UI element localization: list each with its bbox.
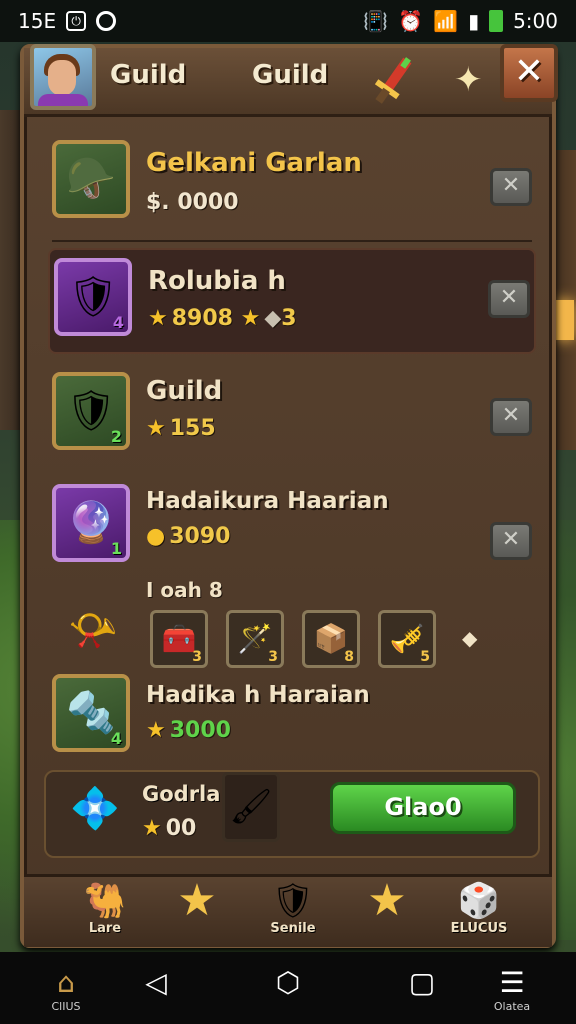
status-bar: 15E ⏻ 📳 ⏰ 📶 ▮ 5:00	[0, 0, 576, 42]
nav-item-elucus[interactable]: 🎲 ELUCUS	[434, 881, 524, 936]
lit-window	[556, 300, 574, 340]
gem-icon: ◆	[264, 306, 282, 331]
item-value: ★ 3000	[146, 718, 231, 743]
system-home-app[interactable]: ⌂ ClIUS	[26, 966, 106, 1013]
shield-item-icon: 🛡 4	[54, 258, 132, 336]
star-icon: ★	[177, 875, 217, 926]
drill-item-icon: 🔩 4	[52, 674, 130, 752]
torch-item-slot[interactable]: 🖌	[222, 772, 280, 842]
remove-button[interactable]: ✕	[490, 168, 532, 206]
go-button[interactable]: Glao0	[330, 782, 516, 834]
nav-item-senile[interactable]: 🛡 Senile	[248, 881, 338, 936]
item-name: Rolubia h	[148, 266, 286, 296]
item-value: $. 0000	[146, 190, 239, 215]
bottom-nav: 🐫 Lare ★ 🛡 Senile ★ 🎲 ELUCUS	[24, 874, 552, 947]
home-icon: ⌂	[57, 966, 75, 999]
star-icon: ★	[148, 306, 168, 331]
home-circle-icon: ⬡	[275, 966, 301, 999]
star-icon: ★	[142, 816, 162, 841]
wifi-icon: 📶	[433, 9, 459, 33]
remove-button[interactable]: ✕	[490, 522, 532, 560]
item-name: Guild	[146, 376, 223, 406]
item-name: Hadaikura Haarian	[146, 488, 389, 514]
item-name: Hadika h Haraian	[146, 682, 370, 708]
remove-button[interactable]: ✕	[490, 398, 532, 436]
status-time: 5:00	[513, 9, 558, 33]
slot-staff[interactable]: 🪄 3	[226, 610, 284, 668]
star-icon: ★	[367, 875, 407, 926]
remove-button[interactable]: ✕	[488, 280, 530, 318]
recents-icon: ▢	[408, 966, 436, 999]
shield-icon: 🛡	[271, 881, 315, 921]
header-title-left: Guild	[110, 60, 187, 90]
item-value: ★ 155	[146, 416, 216, 441]
item-name: Gelkani Garlan	[146, 148, 362, 178]
header-title-right: Guild	[252, 60, 329, 90]
panel-header: Guild Guild ✦ ✕	[24, 44, 558, 117]
player-avatar[interactable]	[30, 44, 96, 110]
list-item[interactable]: 🔩 4 Hadika h Haraian ★ 3000	[52, 674, 532, 760]
helmet-item-icon: 🪖	[52, 140, 130, 218]
close-button[interactable]: ✕	[500, 44, 558, 102]
star-icon: ★	[240, 306, 261, 331]
menu-button[interactable]: ☰ Olatea	[472, 966, 552, 1013]
reward-value: ★ 00	[142, 816, 197, 841]
vibrate-icon: 📳	[363, 9, 389, 33]
slot-treasure-chest[interactable]: 🧰 3	[150, 610, 208, 668]
amulet-item-icon: 🔮 1	[52, 484, 130, 562]
list-item[interactable]: 🛡 2 Guild ★ 155 ✕	[52, 370, 532, 460]
avatar-clothes	[38, 94, 88, 106]
slot-chest[interactable]: 📦 8	[302, 610, 360, 668]
nav-item-lare[interactable]: 🐫 Lare	[60, 881, 150, 936]
sync-icon	[96, 11, 117, 31]
nav-item-star[interactable]: ★	[152, 875, 242, 926]
system-nav-bar: ⌂ ClIUS ◁ ⬡ ▢ ☰ Olatea	[0, 952, 576, 1024]
dice-icon: 🎲	[457, 881, 501, 921]
menu-icon: ☰	[499, 966, 525, 999]
status-left-text: 15E	[18, 9, 57, 33]
gem-shield-icon: 💠	[70, 786, 120, 832]
nav-item-star-2[interactable]: ★	[342, 875, 432, 926]
list-item[interactable]: 🪖 Gelkani Garlan $. 0000 ✕	[52, 140, 532, 242]
app-icon: ⏻	[66, 11, 87, 31]
diamond-icon: ◆	[462, 626, 478, 650]
battery-icon	[489, 10, 504, 32]
avatar-face	[48, 60, 76, 96]
item-value: ● 3090	[146, 524, 231, 549]
coin-icon: ●	[146, 524, 166, 549]
row-divider	[52, 240, 532, 242]
subsection-label: I oah 8	[146, 578, 223, 602]
star-icon: ★	[146, 718, 166, 743]
star-icon: ★	[146, 416, 166, 441]
slot-horn[interactable]: 🎺 5	[378, 610, 436, 668]
back-button[interactable]: ◁	[116, 966, 196, 1000]
list-item[interactable]: 🔮 1 Hadaikura Haarian ● 3090 ✕	[52, 482, 532, 572]
alarm-icon: ⏰	[398, 9, 424, 33]
sword-icon[interactable]	[364, 52, 422, 110]
sparkle-icon[interactable]: ✦	[454, 60, 483, 100]
crest-item-icon: 🛡 2	[52, 372, 130, 450]
horn-item-icon: 📯	[68, 608, 118, 654]
item-value: ★ 8908 ★ ◆3	[148, 306, 297, 331]
recents-button[interactable]: ▢	[382, 966, 462, 1000]
home-button[interactable]: ⬡	[248, 966, 328, 1000]
back-icon: ◁	[145, 966, 167, 999]
signal-icon: ▮	[468, 9, 480, 33]
guild-panel: Guild Guild ✦ ✕ 🪖 Gelkani Garlan $. 0000…	[20, 44, 558, 948]
list-item-selected[interactable]: 🛡 4 Rolubia h ★ 8908 ★ ◆3 ✕	[48, 248, 536, 354]
camel-icon: 🐫	[83, 881, 127, 921]
